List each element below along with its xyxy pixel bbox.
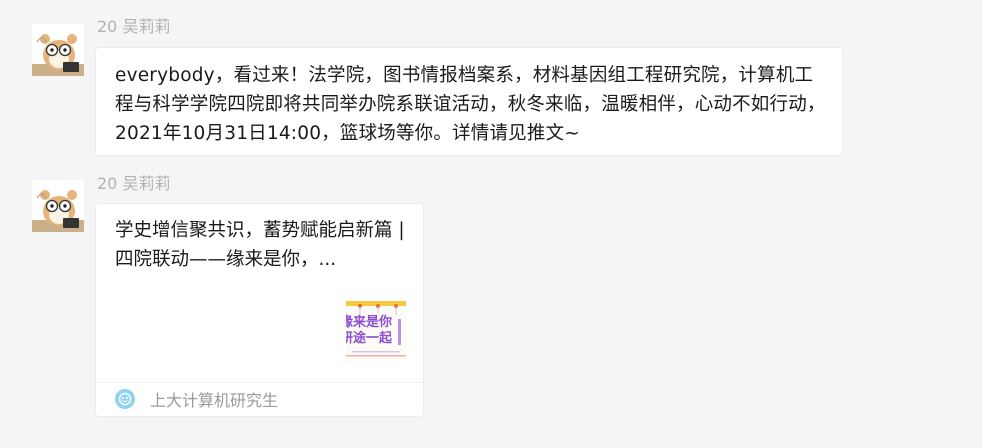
card-divider xyxy=(96,382,423,383)
thumbnail-line-2: 研途一起 xyxy=(346,331,393,346)
article-card[interactable]: 学史增信聚共识，蓄势赋能启新篇 | 四院联动——缘来是你，... 缘来是你 研途… xyxy=(95,203,424,417)
message-text: everybody，看过来！法学院，图书情报档案系，材料基因组工程研究院，计算机… xyxy=(115,65,826,144)
sender-name: 20 吴莉莉 xyxy=(97,17,171,36)
hamster-avatar-icon xyxy=(32,24,84,76)
thumbnail-line-1: 缘来是你 xyxy=(346,315,393,330)
article-thumbnail: 缘来是你 研途一起 xyxy=(346,301,406,361)
sender-avatar[interactable] xyxy=(32,180,84,232)
sender-avatar[interactable] xyxy=(32,24,84,76)
article-title: 学史增信聚共识，蓄势赋能启新篇 | 四院联动——缘来是你，... xyxy=(115,220,405,270)
hamster-avatar-icon xyxy=(32,180,84,232)
wechat-official-account-icon xyxy=(115,389,135,409)
article-source[interactable]: 上大计算机研究生 xyxy=(115,387,278,411)
sender-name: 20 吴莉莉 xyxy=(97,174,171,193)
article-source-name: 上大计算机研究生 xyxy=(150,391,279,410)
message-bubble[interactable]: everybody，看过来！法学院，图书情报档案系，材料基因组工程研究院，计算机… xyxy=(95,47,843,156)
